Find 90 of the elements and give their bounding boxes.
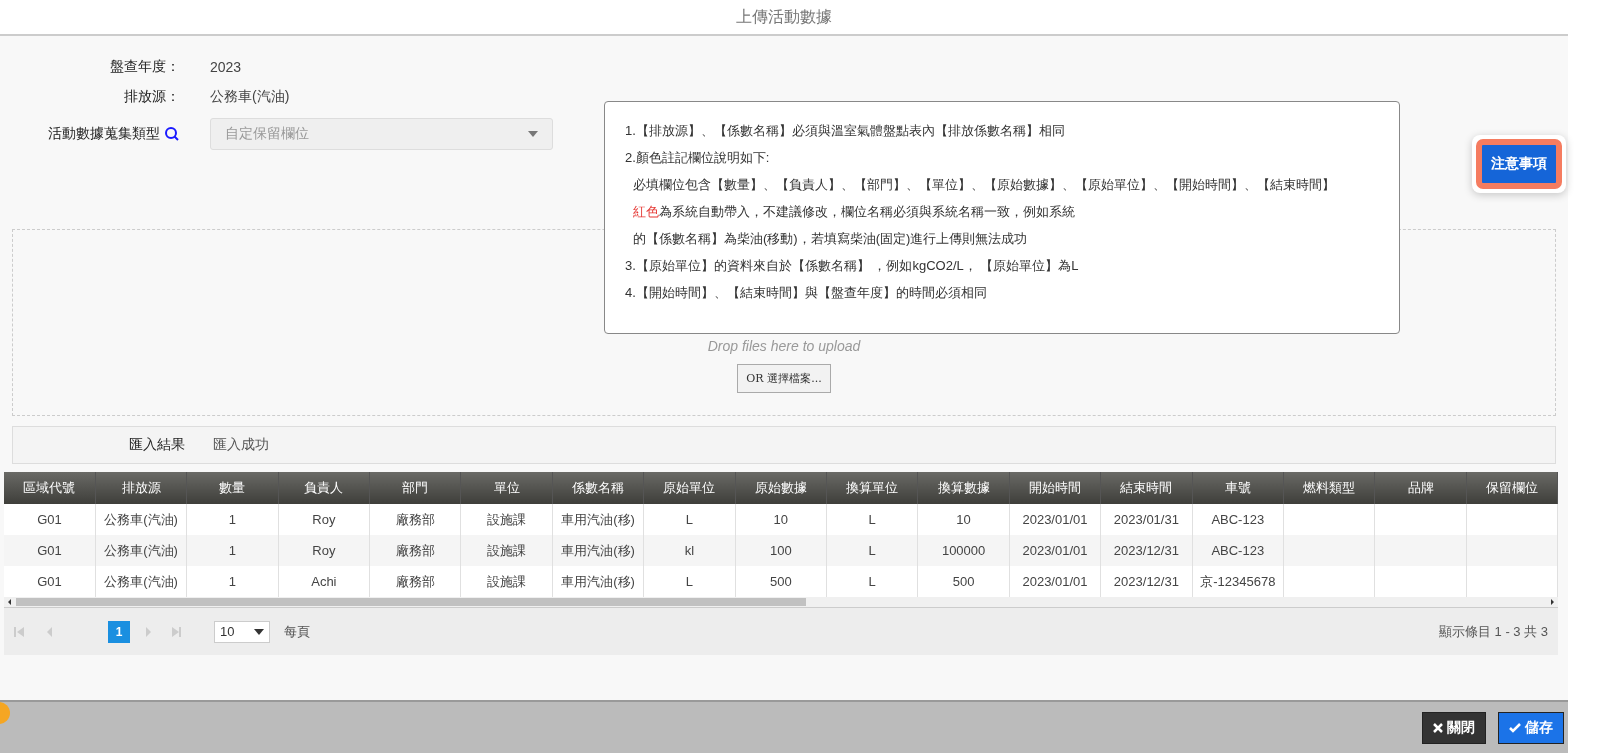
column-header: 保留欄位 bbox=[1466, 472, 1558, 504]
column-header: 換算數據 bbox=[917, 472, 1010, 504]
field-label: 排放源： bbox=[124, 88, 180, 106]
table-cell: 2023/01/31 bbox=[1100, 504, 1193, 535]
caret-icon bbox=[254, 628, 264, 635]
save-button[interactable]: 儲存 bbox=[1498, 711, 1564, 744]
notice-line: 必填欄位包含【數量】、【負責人】、【部門】、【單位】、【原始數據】、【原始單位】、【開始時間】、【結束時間】 bbox=[632, 176, 1336, 194]
table-cell: 設施課 bbox=[460, 504, 553, 535]
page-button[interactable]: 1 bbox=[108, 620, 130, 643]
result-value: 匯入成功 bbox=[213, 436, 269, 454]
search-icon[interactable] bbox=[164, 126, 180, 142]
table-cell: ABC-123 bbox=[1192, 504, 1284, 535]
field-label: 活動數據蒐集類型 bbox=[48, 125, 160, 143]
per-page-label: 每頁 bbox=[284, 622, 310, 641]
choose-file-button[interactable]: OR 選擇檔案... bbox=[737, 364, 831, 393]
field-value: 2023 bbox=[210, 59, 242, 75]
table-cell: 2023/01/01 bbox=[1009, 504, 1101, 535]
table-cell: 設施課 bbox=[460, 535, 553, 566]
table-cell: L bbox=[643, 504, 736, 535]
column-header: 數量 bbox=[186, 472, 279, 504]
table-cell: 車用汽油(移) bbox=[552, 535, 644, 566]
pager-nav-icon[interactable] bbox=[144, 625, 184, 638]
table-cell: 廠務部 bbox=[369, 566, 461, 597]
table-cell: G01 bbox=[4, 504, 96, 535]
table-cell: 車用汽油(移) bbox=[552, 504, 644, 535]
close-icon bbox=[1433, 722, 1443, 733]
page-size-select[interactable]: 10 bbox=[214, 620, 270, 643]
table-cell: L bbox=[826, 566, 918, 597]
field-label: 盤查年度： bbox=[110, 58, 180, 76]
table-cell: G01 bbox=[4, 535, 96, 566]
table-cell: 2023/12/31 bbox=[1100, 566, 1193, 597]
column-header: 原始單位 bbox=[643, 472, 736, 504]
table-cell: 100000 bbox=[917, 535, 1010, 566]
table-cell: 京-12345678 bbox=[1192, 566, 1284, 597]
dropzone-hint: Drop files here to upload bbox=[707, 338, 861, 354]
table-cell: Achi bbox=[278, 566, 370, 597]
table-cell: 2023/01/01 bbox=[1009, 566, 1101, 597]
column-header: 車號 bbox=[1192, 472, 1284, 504]
column-header: 排放源 bbox=[95, 472, 187, 504]
column-header: 結束時間 bbox=[1100, 472, 1193, 504]
notice-line: 2.顏色註記欄位說明如下: bbox=[625, 149, 771, 167]
table-cell: 1 bbox=[186, 566, 279, 597]
table-cell: 10 bbox=[917, 504, 1010, 535]
horizontal-scrollbar[interactable] bbox=[4, 597, 1558, 607]
field-value: 公務車(汽油) bbox=[210, 88, 290, 106]
table-cell: 1 bbox=[186, 504, 279, 535]
table-cell: 2023/01/01 bbox=[1009, 535, 1101, 566]
table-cell: L bbox=[826, 504, 918, 535]
table-cell: 10 bbox=[735, 504, 827, 535]
column-header: 部門 bbox=[369, 472, 461, 504]
notice-line: 紅色為系統自動帶入，不建議修改，欄位名稱必須與系統名稱一致，例如系統 bbox=[632, 203, 1076, 221]
close-button[interactable]: 關閉 bbox=[1422, 711, 1486, 744]
column-header: 負責人 bbox=[278, 472, 370, 504]
table-cell: 公務車(汽油) bbox=[95, 504, 187, 535]
dialog-title: 上傳活動數據 bbox=[736, 6, 832, 27]
table-cell: 500 bbox=[735, 566, 827, 597]
table-cell: Roy bbox=[278, 535, 370, 566]
notice-line: 4.【開始時間】、【結束時間】與【盤查年度】的時間必須相同 bbox=[625, 284, 988, 302]
table-cell: 1 bbox=[186, 535, 279, 566]
column-header: 開始時間 bbox=[1009, 472, 1101, 504]
column-header: 區域代號 bbox=[4, 472, 96, 504]
table-cell: Roy bbox=[278, 504, 370, 535]
check-icon bbox=[1509, 722, 1521, 733]
table-cell: L bbox=[826, 535, 918, 566]
table-cell: L bbox=[643, 566, 736, 597]
table-cell: 公務車(汽油) bbox=[95, 566, 187, 597]
column-header: 品牌 bbox=[1374, 472, 1467, 504]
table-cell: 設施課 bbox=[460, 566, 553, 597]
table-cell: 車用汽油(移) bbox=[552, 566, 644, 597]
table-cell: 公務車(汽油) bbox=[95, 535, 187, 566]
table-cell: 500 bbox=[917, 566, 1010, 597]
column-header: 原始數據 bbox=[735, 472, 827, 504]
table-cell: 廠務部 bbox=[369, 535, 461, 566]
table-cell: 100 bbox=[735, 535, 827, 566]
notice-line: 的【係數名稱】為柴油(移動)，若填寫柴油(固定)進行上傳則無法成功 bbox=[632, 230, 1029, 248]
notice-button[interactable]: 注意事項 bbox=[1476, 139, 1562, 189]
table-cell: 2023/12/31 bbox=[1100, 535, 1193, 566]
column-header: 燃料類型 bbox=[1283, 472, 1375, 504]
caret-icon bbox=[528, 131, 538, 137]
pager-summary: 顯示條目 1 - 3 共 3 bbox=[1438, 622, 1548, 641]
notice-line: 3.【原始單位】的資料來自於【係數名稱】 ，例如kgCO2/L， 【原始單位】為L bbox=[625, 257, 1080, 275]
column-header: 換算單位 bbox=[826, 472, 918, 504]
column-header: 單位 bbox=[460, 472, 553, 504]
notice-line: 1.【排放源】、【係數名稱】必須與溫室氣體盤點表內【排放係數名稱】相同 bbox=[625, 122, 1066, 140]
table-cell: 廠務部 bbox=[369, 504, 461, 535]
table-cell: ABC-123 bbox=[1192, 535, 1284, 566]
result-label: 匯入結果 bbox=[128, 436, 185, 454]
table-cell: kl bbox=[643, 535, 736, 566]
table-cell: G01 bbox=[4, 566, 96, 597]
column-header: 係數名稱 bbox=[552, 472, 644, 504]
